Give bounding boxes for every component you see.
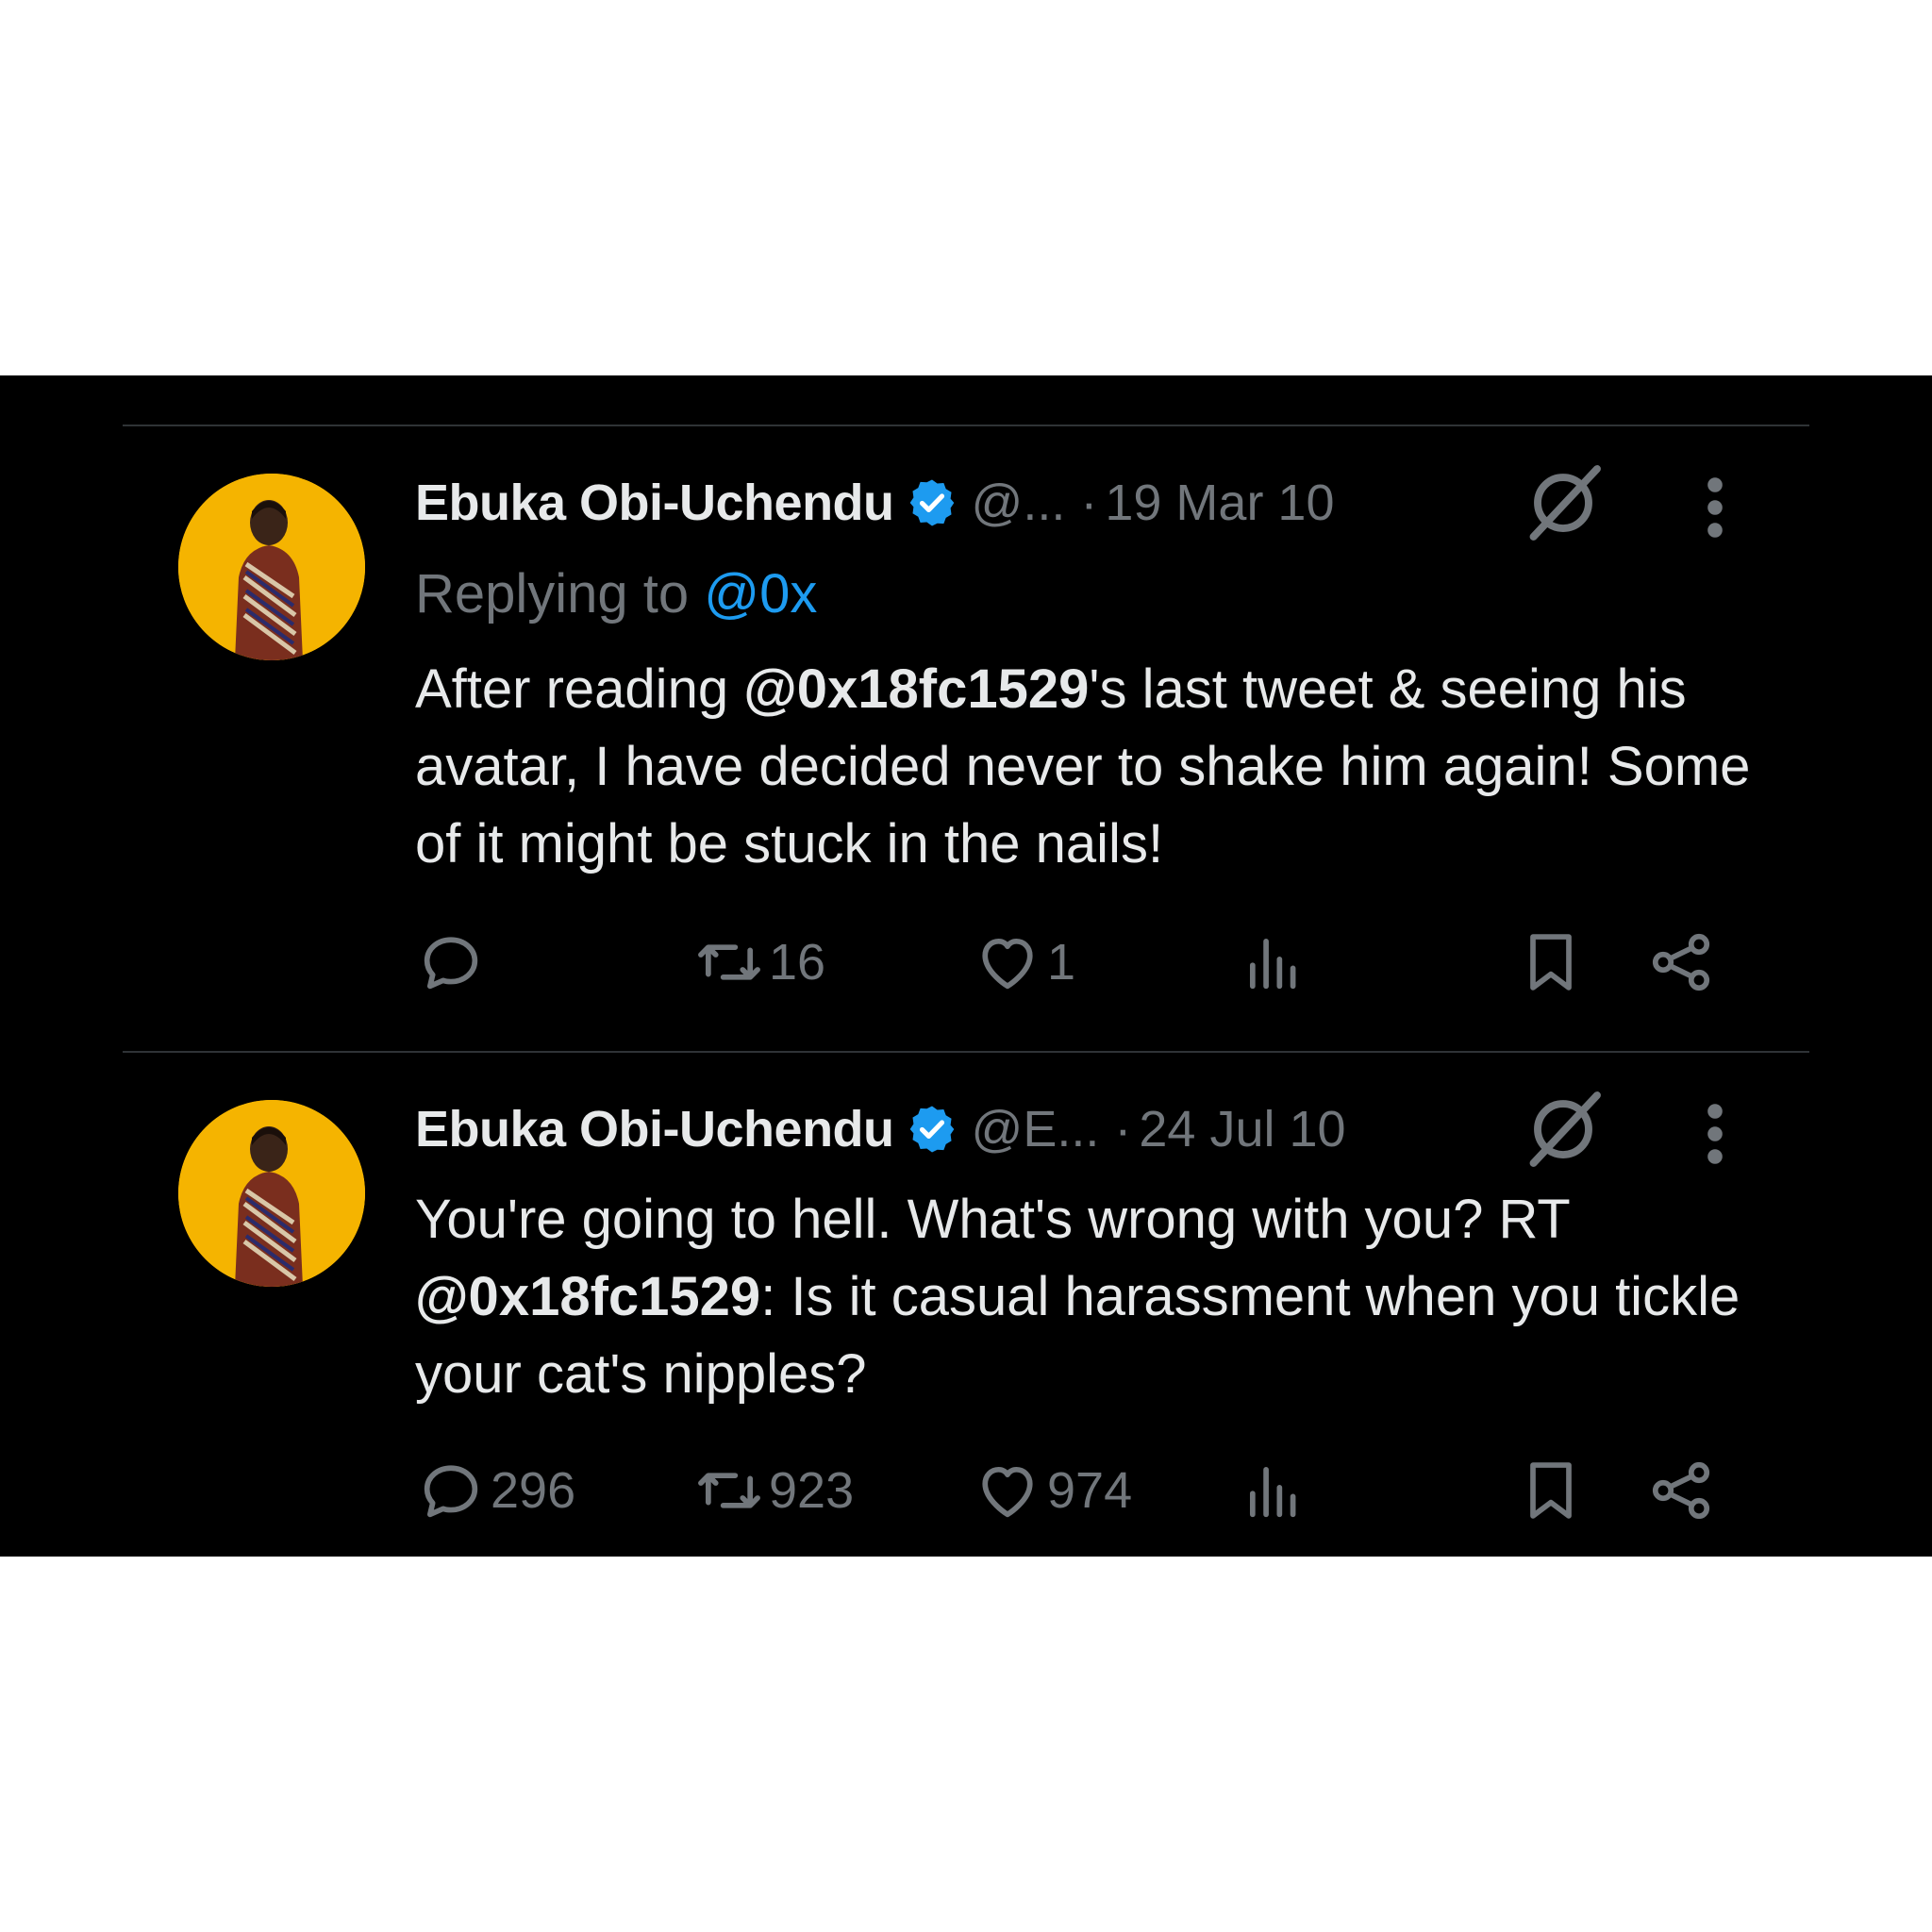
verified-badge-icon bbox=[909, 1106, 954, 1153]
replying-handle[interactable]: @0x bbox=[704, 563, 817, 625]
divider bbox=[123, 1051, 1809, 1053]
replying-label: Replying to bbox=[415, 563, 690, 625]
avatar[interactable] bbox=[178, 1100, 365, 1287]
reply-icon bbox=[424, 1465, 478, 1518]
tweet-panel: Ebuka Obi-Uchendu @... · 19 Mar 10 Reply… bbox=[0, 375, 1932, 1557]
more-icon[interactable] bbox=[1701, 474, 1729, 541]
repost-button[interactable]: 923 bbox=[693, 1455, 854, 1526]
like-icon bbox=[982, 1466, 1033, 1518]
like-button[interactable]: 1 bbox=[972, 926, 1075, 998]
avatar[interactable] bbox=[178, 474, 365, 660]
more-icon[interactable] bbox=[1701, 1100, 1729, 1168]
tweet-text: After reading @0x18fc1529's last tweet &… bbox=[415, 651, 1755, 883]
tweet-text-pre: You're going to hell. What's wrong with … bbox=[415, 1189, 1570, 1250]
grok-icon[interactable] bbox=[1521, 460, 1606, 545]
avatar-image bbox=[178, 474, 365, 660]
tweet-date[interactable]: 19 Mar 10 bbox=[1105, 474, 1334, 532]
bookmark-icon bbox=[1530, 934, 1572, 991]
mention[interactable]: @0x18fc1529 bbox=[743, 658, 1089, 720]
tweet-text: You're going to hell. What's wrong with … bbox=[415, 1181, 1755, 1413]
reply-button[interactable]: 296 bbox=[415, 1455, 575, 1526]
like-icon bbox=[982, 938, 1033, 990]
reply-count: 296 bbox=[491, 1462, 576, 1519]
reply-button[interactable] bbox=[415, 926, 491, 998]
share-icon bbox=[1652, 1461, 1710, 1520]
tweet-text-pre: After reading bbox=[415, 658, 744, 720]
repost-icon bbox=[698, 1473, 760, 1508]
share-button[interactable] bbox=[1645, 926, 1717, 998]
author-handle[interactable]: @... bbox=[972, 474, 1066, 532]
author-name[interactable]: Ebuka Obi-Uchendu bbox=[415, 1100, 894, 1158]
share-icon bbox=[1652, 933, 1710, 991]
bookmark-button[interactable] bbox=[1515, 1455, 1587, 1526]
reply-icon bbox=[424, 937, 478, 990]
author-name[interactable]: Ebuka Obi-Uchendu bbox=[415, 474, 894, 532]
mention[interactable]: @0x18fc1529 bbox=[415, 1266, 760, 1327]
repost-icon bbox=[698, 944, 760, 980]
tweet-header: Ebuka Obi-Uchendu @... · 19 Mar 10 bbox=[415, 470, 1335, 536]
views-icon bbox=[1249, 1466, 1296, 1518]
bookmark-icon bbox=[1530, 1462, 1572, 1519]
repost-count: 16 bbox=[769, 934, 826, 991]
views-button[interactable] bbox=[1238, 926, 1309, 998]
verified-badge-icon bbox=[909, 479, 954, 526]
views-button[interactable] bbox=[1238, 1455, 1309, 1526]
avatar-image bbox=[178, 1100, 365, 1287]
like-button[interactable]: 974 bbox=[972, 1455, 1132, 1526]
author-handle[interactable]: @E... bbox=[972, 1100, 1100, 1158]
tweet-date[interactable]: 24 Jul 10 bbox=[1139, 1100, 1345, 1158]
tweet-header: Ebuka Obi-Uchendu @E... · 24 Jul 10 bbox=[415, 1096, 1346, 1162]
like-count: 974 bbox=[1047, 1462, 1133, 1519]
bookmark-button[interactable] bbox=[1515, 926, 1587, 998]
separator: · bbox=[1114, 1101, 1132, 1158]
share-button[interactable] bbox=[1645, 1455, 1717, 1526]
repost-count: 923 bbox=[769, 1462, 855, 1519]
like-count: 1 bbox=[1047, 934, 1076, 991]
separator: · bbox=[1080, 475, 1098, 531]
replying-to: Replying to @0x bbox=[415, 562, 817, 625]
grok-icon[interactable] bbox=[1521, 1087, 1606, 1172]
divider bbox=[123, 425, 1809, 426]
views-icon bbox=[1249, 938, 1296, 990]
repost-button[interactable]: 16 bbox=[693, 926, 825, 998]
